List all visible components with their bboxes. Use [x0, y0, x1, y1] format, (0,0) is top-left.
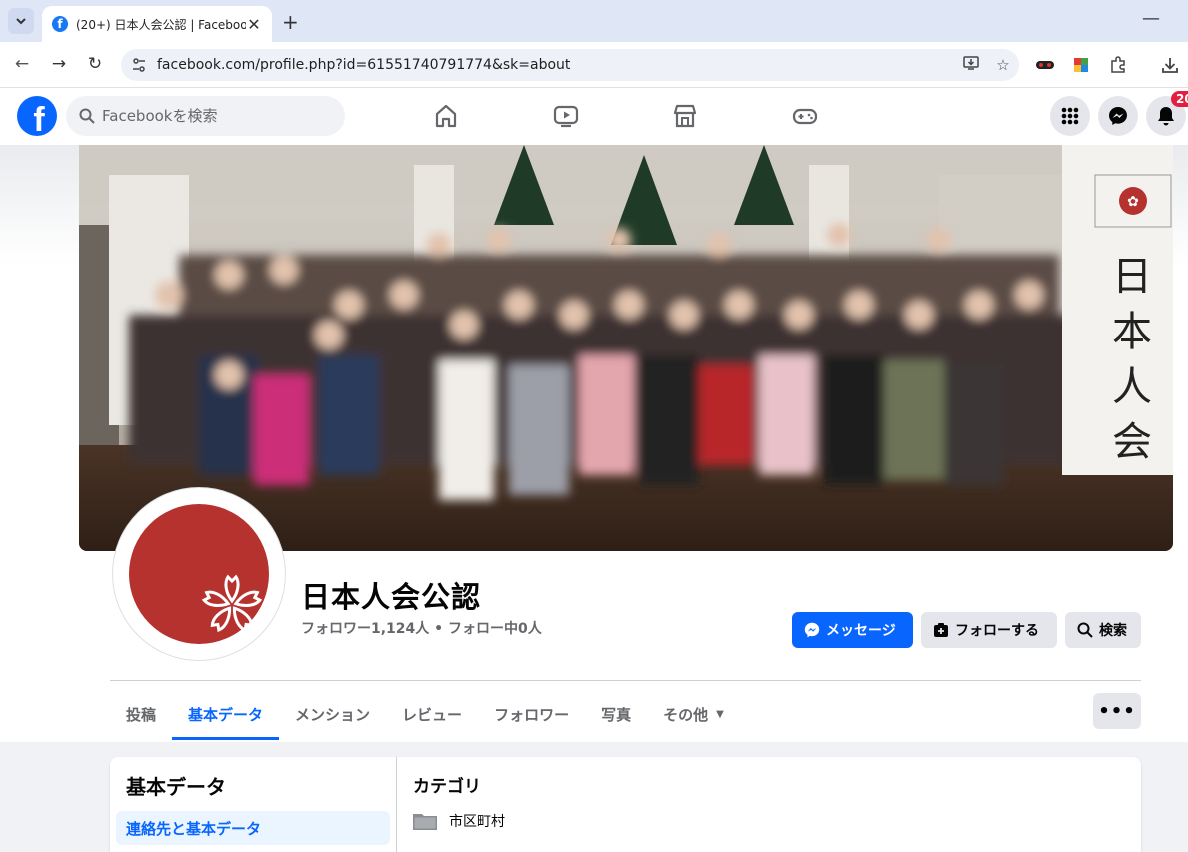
svg-text:✿: ✿: [1127, 194, 1139, 210]
tab-more[interactable]: その他 ▼: [647, 688, 740, 740]
follower-stats[interactable]: フォロワー1,124人 • フォロー中0人: [301, 618, 542, 638]
browser-tab-title: (20+) 日本人会公認 | Facebook: [76, 17, 246, 32]
facebook-favicon-icon: f: [52, 16, 68, 32]
category-row: 市区町村: [413, 811, 505, 831]
window-minimize-icon[interactable]: —: [1142, 8, 1160, 29]
svg-text:人: 人: [1112, 364, 1152, 410]
tab-followers[interactable]: フォロワー: [478, 688, 585, 740]
facebook-search-input[interactable]: [102, 107, 322, 125]
downloads-icon[interactable]: [1159, 54, 1181, 76]
bell-icon: [1158, 107, 1174, 126]
reload-icon[interactable]: ↻: [83, 52, 107, 76]
caret-down-icon: ▼: [716, 708, 724, 720]
address-bar[interactable]: facebook.com/profile.php?id=615517407917…: [121, 49, 1019, 81]
extension-colorful-icon[interactable]: [1070, 54, 1092, 76]
messenger-button[interactable]: [1098, 96, 1138, 136]
tab-label: レビュー: [402, 705, 463, 724]
browser-toolbar: ← → ↻ facebook.com/profile.php?id=615517…: [0, 42, 1188, 88]
search-icon: [79, 108, 95, 124]
profile-tabs: 投稿 基本データ メンション レビュー フォロワー 写真 その他 ▼: [110, 688, 740, 742]
svg-text:日: 日: [1112, 254, 1152, 300]
folder-icon: [413, 812, 437, 830]
facebook-search-box[interactable]: [66, 96, 345, 136]
profile-picture[interactable]: [113, 488, 285, 660]
tab-close-icon[interactable]: ✕: [246, 15, 262, 34]
message-button-label: メッセージ: [826, 623, 896, 639]
search-icon: [1077, 622, 1093, 638]
grid-menu-icon: [1061, 107, 1079, 125]
about-card: 基本データ 連絡先と基本データ カテゴリ 市区町村: [110, 757, 1141, 852]
follow-plus-icon: [933, 622, 949, 638]
cover-photo[interactable]: ✿ 日 本 人 会: [79, 145, 1173, 551]
facebook-logo[interactable]: f: [17, 96, 57, 136]
tab-photos[interactable]: 写真: [585, 688, 647, 740]
tab-label: 写真: [601, 705, 632, 724]
chevron-down-icon: [16, 18, 26, 25]
marketplace-icon[interactable]: [671, 102, 699, 130]
profile-avatar: [129, 504, 269, 644]
message-button[interactable]: メッセージ: [792, 612, 913, 648]
facebook-logo-letter: f: [33, 101, 45, 136]
page-search-button-label: 検索: [1099, 623, 1127, 639]
forward-arrow-icon[interactable]: →: [47, 52, 71, 76]
tab-label: メンション: [295, 705, 371, 724]
tab-posts[interactable]: 投稿: [110, 688, 172, 740]
tab-label: その他: [663, 705, 709, 724]
new-tab-icon[interactable]: +: [282, 10, 299, 34]
sakura-flower-icon: [201, 574, 263, 633]
follow-button-label: フォローする: [955, 623, 1039, 639]
browser-tabstrip: f (20+) 日本人会公認 | Facebook ✕ + —: [0, 0, 1188, 42]
category-heading: カテゴリ: [413, 777, 481, 797]
category-value: 市区町村: [449, 814, 505, 830]
page-search-button[interactable]: 検索: [1065, 612, 1141, 648]
tab-reviews[interactable]: レビュー: [386, 688, 478, 740]
tab-label: フォロワー: [494, 705, 570, 724]
video-icon[interactable]: [552, 102, 580, 130]
page-title: 日本人会公認: [301, 580, 482, 614]
about-nav-contact-basic-info[interactable]: 連絡先と基本データ: [116, 811, 390, 845]
more-options-button[interactable]: •••: [1093, 693, 1141, 729]
tab-about[interactable]: 基本データ: [172, 688, 280, 740]
bookmark-star-icon[interactable]: ☆: [987, 56, 1019, 74]
messenger-icon: [1109, 107, 1127, 125]
tab-label: 基本データ: [188, 705, 264, 724]
messenger-icon: [804, 622, 820, 638]
svg-text:会: 会: [1112, 419, 1152, 465]
tab-label: 投稿: [126, 705, 157, 724]
tab-mentions[interactable]: メンション: [279, 688, 386, 740]
extensions-puzzle-icon[interactable]: [1107, 54, 1129, 76]
address-url[interactable]: facebook.com/profile.php?id=615517407917…: [157, 57, 955, 73]
svg-text:本: 本: [1112, 309, 1152, 355]
profile-divider: [110, 680, 1141, 681]
back-arrow-icon[interactable]: ←: [10, 52, 34, 76]
gaming-icon[interactable]: [791, 102, 819, 130]
browser-tab-active[interactable]: f (20+) 日本人会公認 | Facebook ✕: [42, 6, 272, 42]
home-icon[interactable]: [432, 102, 460, 130]
site-settings-icon[interactable]: [121, 57, 157, 73]
extension-mask-icon[interactable]: [1034, 54, 1056, 76]
menu-grid-button[interactable]: [1050, 96, 1090, 136]
notification-count-badge: 20: [1171, 91, 1188, 107]
facebook-header: f 20: [0, 88, 1188, 145]
follow-button[interactable]: フォローする: [921, 612, 1057, 648]
about-sidebar: 基本データ 連絡先と基本データ: [110, 757, 397, 852]
about-heading: 基本データ: [126, 775, 226, 799]
install-app-icon[interactable]: [955, 55, 987, 75]
tab-search-button[interactable]: [8, 8, 34, 34]
